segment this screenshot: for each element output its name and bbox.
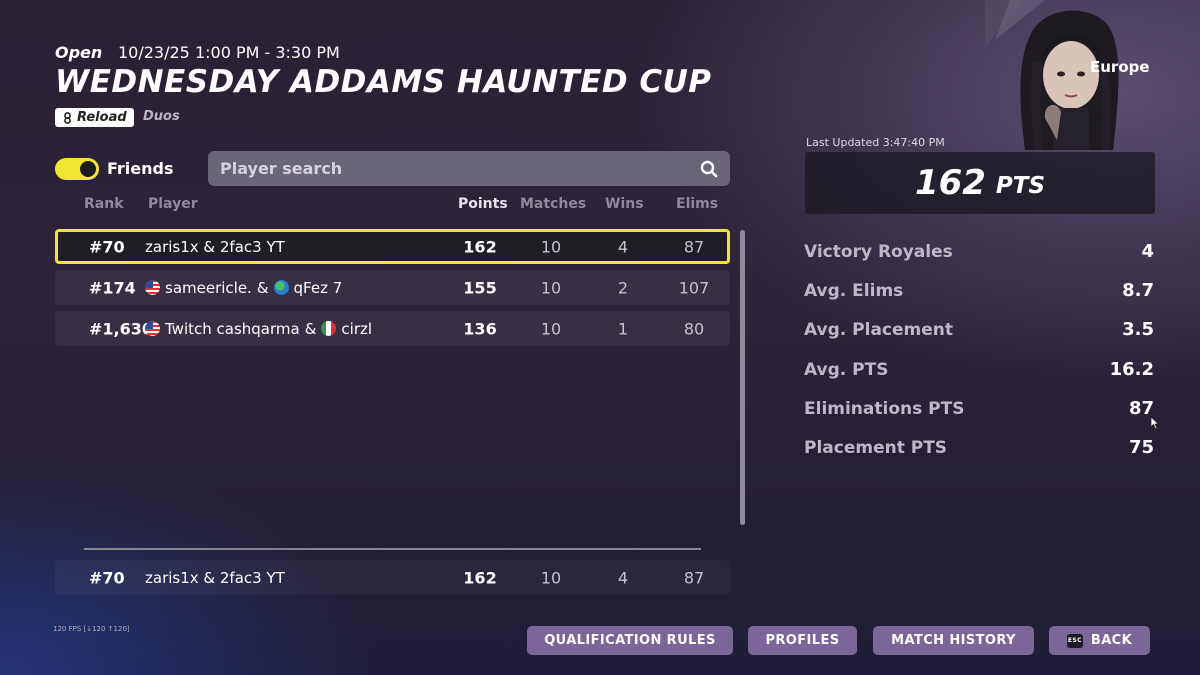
row-rank: #70 (89, 568, 125, 587)
region-label: Europe (1090, 58, 1150, 76)
row-elims: 107 (678, 278, 710, 297)
reload-icon (64, 111, 71, 124)
total-points-box: 162 PTS (805, 152, 1155, 214)
page-title: WEDNESDAY ADDAMS HAUNTED CUP (55, 64, 712, 100)
italy-flag-icon (321, 321, 337, 336)
back-label: BACK (1090, 633, 1133, 648)
stat-label: Victory Royales (804, 242, 953, 262)
profiles-button[interactable]: PROFILES (748, 626, 857, 655)
stat-value: 8.7 (1122, 280, 1154, 301)
table-row[interactable]: #70 zaris1x & 2fac3 YT 162 10 4 87 (55, 229, 730, 264)
us-flag-icon (145, 321, 160, 336)
player-1-name: sameericle. (165, 278, 252, 297)
search-input[interactable] (220, 159, 700, 178)
stat-value: 75 (1128, 437, 1154, 458)
stat-value: 4 (1141, 241, 1154, 262)
stat-value: 16.2 (1109, 359, 1154, 380)
row-player: sameericle. & qFez 7 (145, 279, 342, 297)
col-player[interactable]: Player (148, 196, 198, 212)
row-player: zaris1x & 2fac3 YT (145, 568, 285, 587)
stat-value: 3.5 (1122, 319, 1154, 340)
col-rank[interactable]: Rank (84, 196, 124, 212)
mouse-cursor-icon (1150, 416, 1160, 430)
stat-label: Eliminations PTS (804, 399, 965, 419)
player-1-name: Twitch cashqarma (165, 319, 300, 338)
us-flag-icon (145, 280, 160, 295)
col-elims[interactable]: Elims (676, 196, 718, 212)
table-scrollbar[interactable] (740, 230, 745, 525)
match-history-button[interactable]: MATCH HISTORY (873, 626, 1034, 655)
row-points: 136 (463, 319, 497, 338)
back-button[interactable]: ESC BACK (1049, 626, 1150, 655)
team-type-label: Duos (143, 109, 180, 124)
stat-label: Avg. PTS (804, 360, 889, 380)
mode-tag: Reload (55, 108, 134, 127)
status-label: Open (55, 43, 103, 62)
row-wins: 4 (617, 568, 629, 587)
table-row[interactable]: #174 sameericle. & qFez 7 155 10 2 107 (55, 270, 730, 305)
player-separator: & (304, 319, 317, 338)
friends-label: Friends (107, 159, 174, 178)
row-points: 162 (463, 568, 497, 587)
player-2-name: cirzl (341, 319, 373, 338)
player-2-name: qFez 7 (293, 278, 343, 297)
row-rank: #174 (89, 278, 136, 297)
row-player: zaris1x & 2fac3 YT (145, 237, 285, 256)
row-rank: #1,630 (89, 319, 154, 338)
toggle-knob (80, 161, 96, 177)
row-player: Twitch cashqarma & cirzl (145, 320, 372, 338)
row-points: 155 (463, 278, 497, 297)
row-points: 162 (463, 237, 497, 256)
row-matches: 10 (540, 319, 562, 338)
qualification-rules-button[interactable]: QUALIFICATION RULES (527, 626, 733, 655)
row-wins: 4 (617, 237, 629, 256)
row-elims: 80 (683, 319, 705, 338)
table-row[interactable]: #1,630 Twitch cashqarma & cirzl 136 10 1… (55, 311, 730, 346)
player-separator: & (256, 278, 269, 297)
row-rank: #70 (89, 237, 125, 256)
friends-toggle[interactable] (55, 158, 99, 180)
col-matches[interactable]: Matches (520, 196, 586, 212)
mode-tag-label: Reload (77, 110, 127, 125)
stat-label: Avg. Placement (804, 320, 954, 340)
divider (84, 548, 701, 550)
last-updated: Last Updated 3:47:40 PM (806, 136, 945, 149)
globe-icon (273, 280, 289, 295)
col-points[interactable]: Points (458, 196, 508, 212)
row-wins: 2 (617, 278, 629, 297)
row-elims: 87 (683, 237, 705, 256)
row-matches: 10 (540, 568, 562, 587)
row-matches: 10 (540, 278, 562, 297)
search-icon[interactable] (700, 160, 718, 178)
total-points: 162 (914, 163, 986, 203)
row-wins: 1 (617, 319, 629, 338)
player-search[interactable] (208, 151, 730, 186)
esc-key-icon: ESC (1066, 633, 1083, 648)
col-wins[interactable]: Wins (605, 196, 644, 212)
points-unit: PTS (995, 173, 1046, 199)
stat-label: Placement PTS (804, 438, 948, 458)
event-date-range: 10/23/25 1:00 PM - 3:30 PM (118, 43, 340, 62)
row-elims: 87 (683, 568, 705, 587)
pinned-player-row[interactable]: #70 zaris1x & 2fac3 YT 162 10 4 87 (55, 560, 730, 595)
stat-label: Avg. Elims (804, 281, 904, 301)
fps-counter: 120 FPS [↓120 ↑120] (53, 625, 130, 633)
row-matches: 10 (540, 237, 562, 256)
